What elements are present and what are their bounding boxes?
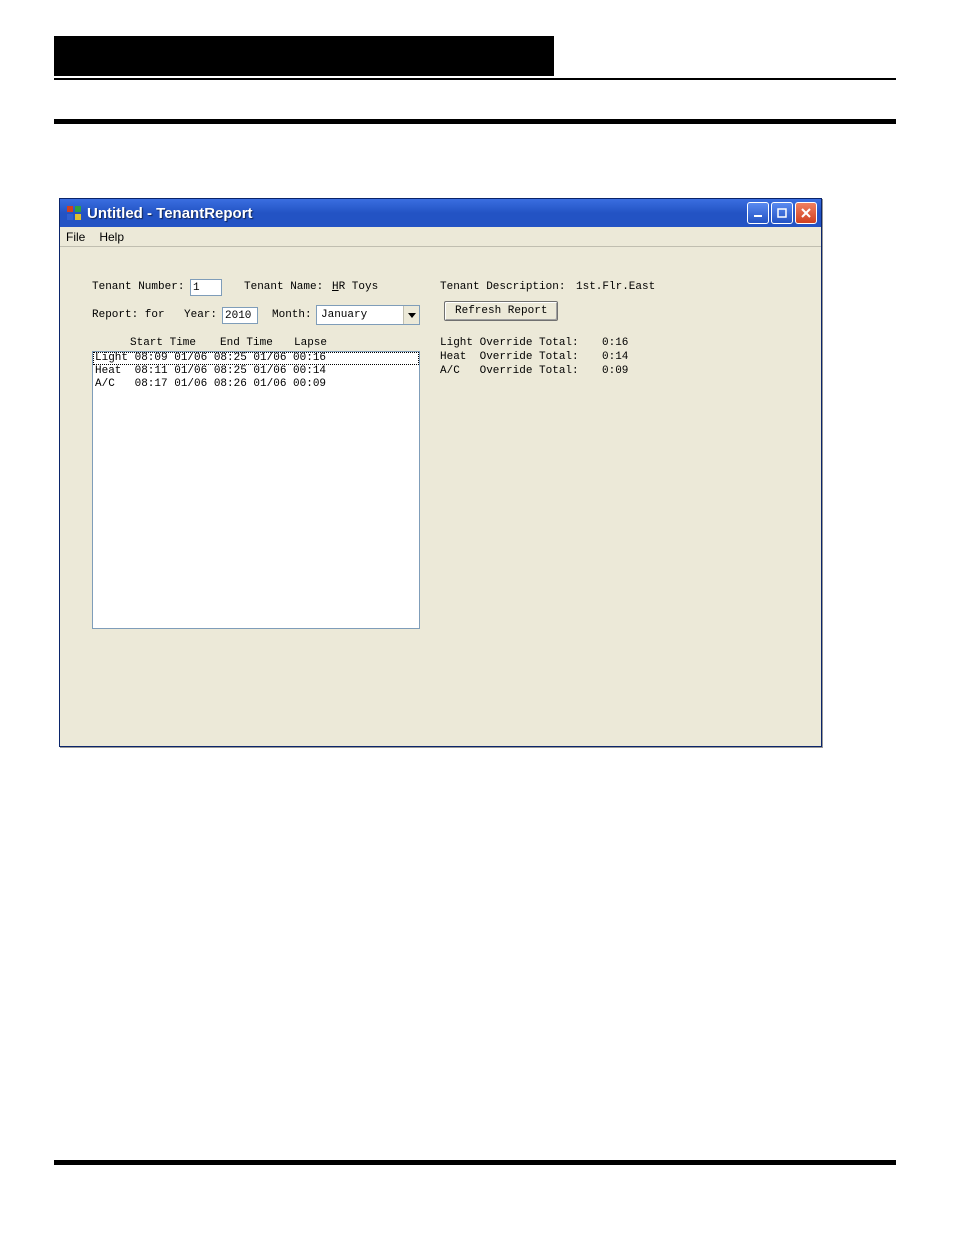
client-area: Tenant Number: Tenant Name: HR Toys Tena… bbox=[60, 247, 821, 746]
list-item[interactable]: A/C 08:17 01/06 08:26 01/06 00:09 bbox=[93, 378, 419, 391]
report-for-label: Report: for bbox=[92, 309, 165, 321]
header-divider-thin bbox=[54, 78, 896, 80]
maximize-button[interactable] bbox=[771, 202, 793, 224]
column-start-time: Start Time bbox=[130, 337, 196, 349]
menu-bar: File Help bbox=[60, 227, 821, 247]
year-label: Year: bbox=[184, 309, 217, 321]
window-title: Untitled - TenantReport bbox=[87, 205, 747, 222]
tenant-desc-value: 1st.Flr.East bbox=[576, 281, 655, 293]
ac-total-label: A/C Override Total: bbox=[440, 365, 579, 377]
footer-divider-thick bbox=[54, 1160, 896, 1165]
ac-total-value: 0:09 bbox=[602, 365, 628, 377]
header-divider-thick bbox=[54, 119, 896, 124]
heat-total-value: 0:14 bbox=[602, 351, 628, 363]
title-bar[interactable]: Untitled - TenantReport bbox=[60, 199, 821, 227]
tenant-number-label: Tenant Number: bbox=[92, 281, 184, 293]
year-input[interactable] bbox=[222, 307, 258, 324]
menu-help[interactable]: Help bbox=[99, 230, 124, 244]
light-total-label: Light Override Total: bbox=[440, 337, 579, 349]
header-black-block bbox=[54, 36, 554, 76]
tenant-name-value: HR Toys bbox=[332, 281, 378, 293]
tenant-name-label: Tenant Name: bbox=[244, 281, 323, 293]
column-lapse: Lapse bbox=[294, 337, 327, 349]
tenant-desc-label: Tenant Description: bbox=[440, 281, 565, 293]
close-button[interactable] bbox=[795, 202, 817, 224]
month-label: Month: bbox=[272, 309, 312, 321]
menu-file[interactable]: File bbox=[66, 230, 85, 244]
heat-total-label: Heat Override Total: bbox=[440, 351, 579, 363]
list-item[interactable]: Heat 08:11 01/06 08:25 01/06 00:14 bbox=[93, 365, 419, 378]
app-window: Untitled - TenantReport File Help Tenant… bbox=[59, 198, 822, 747]
chevron-down-icon bbox=[403, 306, 419, 324]
minimize-button[interactable] bbox=[747, 202, 769, 224]
light-total-value: 0:16 bbox=[602, 337, 628, 349]
app-icon bbox=[66, 205, 82, 221]
list-item[interactable]: Light 08:09 01/06 08:25 01/06 00:16 bbox=[93, 352, 419, 365]
refresh-report-button[interactable]: Refresh Report bbox=[444, 301, 558, 321]
month-combo-text: January bbox=[317, 309, 403, 321]
month-combo[interactable]: January bbox=[316, 305, 420, 325]
tenant-number-input[interactable] bbox=[190, 279, 222, 296]
report-listbox[interactable]: Light 08:09 01/06 08:25 01/06 00:16 Heat… bbox=[92, 351, 420, 629]
column-end-time: End Time bbox=[220, 337, 273, 349]
window-controls bbox=[747, 202, 817, 224]
